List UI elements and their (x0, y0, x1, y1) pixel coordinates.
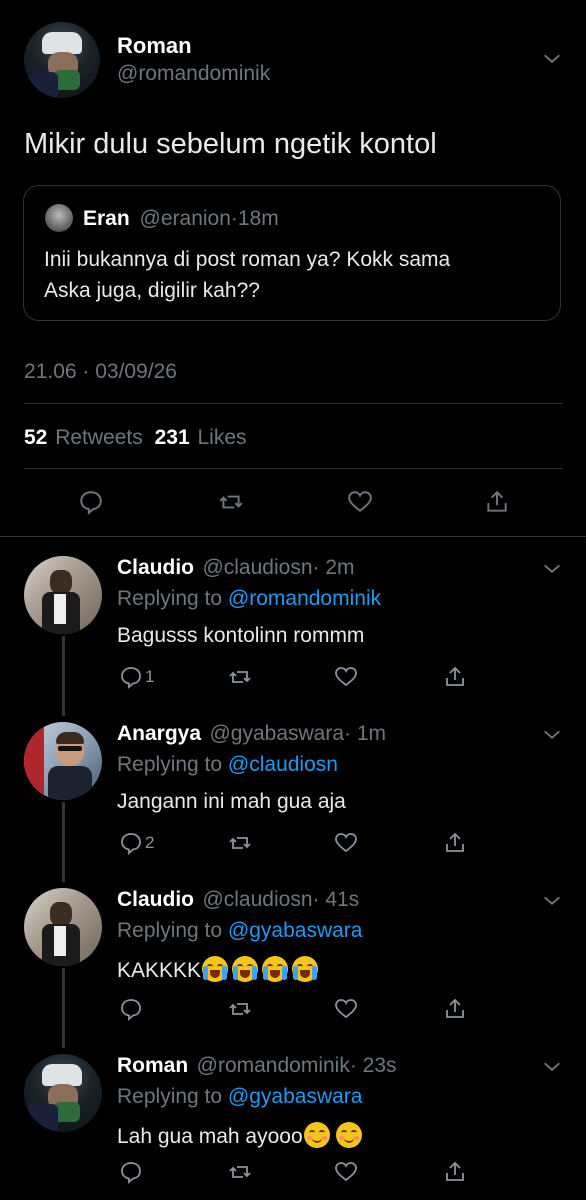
reply-time: · 2m (312, 556, 355, 579)
reply-more-chevron-down-icon[interactable] (541, 1056, 563, 1078)
main-author-handle[interactable]: @romandominik (117, 62, 270, 86)
quote-text-line-1: Inii bukannya di post roman ya? Kokk sam… (44, 248, 451, 271)
reply-author-name[interactable]: Anargya (117, 722, 201, 745)
reply-time: · 41s (312, 888, 360, 911)
share-icon[interactable] (443, 663, 467, 691)
engagement-stats: 52 Retweets 231 Likes (24, 426, 247, 450)
reply-more-chevron-down-icon[interactable] (541, 890, 563, 912)
thread-line (62, 802, 65, 882)
quote-separator: · (230, 207, 238, 230)
like-icon[interactable] (334, 995, 358, 1023)
reply-time: · 1m (344, 722, 387, 745)
loudly-crying-face-emoji (292, 956, 319, 982)
reply-author-name[interactable]: Claudio (117, 556, 194, 579)
main-reply-icon[interactable] (73, 484, 109, 520)
reply-author-handle[interactable]: @gyabaswara (209, 722, 344, 745)
reply-more-chevron-down-icon[interactable] (541, 724, 563, 746)
main-share-icon[interactable] (479, 484, 515, 520)
reply-time: · 23s (349, 1054, 397, 1077)
quote-time: 18m (237, 207, 279, 230)
loudly-crying-face-emoji (262, 956, 289, 982)
reply-reply-button[interactable]: 2 (119, 829, 154, 857)
share-icon[interactable] (443, 829, 467, 857)
quote-author-handle: @eranion (139, 207, 231, 230)
relieved-face-emoji (303, 1122, 330, 1148)
reply-icon (121, 833, 141, 855)
reply-avatar[interactable] (24, 722, 102, 800)
quote-author-avatar (45, 204, 73, 232)
replying-to-label: Replying to (117, 753, 223, 776)
main-retweet-icon[interactable] (213, 484, 249, 520)
replying-to-handle[interactable]: @romandominik (228, 587, 381, 610)
reply-text: Bagusss kontolinn rommm (117, 624, 365, 647)
reply-author-handle[interactable]: @romandominik (197, 1054, 350, 1077)
reply-author-name[interactable]: Roman (117, 1054, 188, 1077)
reply-reply-button[interactable]: 1 (119, 663, 154, 691)
reply-icon[interactable] (119, 995, 143, 1023)
like-icon[interactable] (334, 829, 358, 857)
quote-tweet-card[interactable]: Eran @eranion·18m Inii bukannya di post … (23, 185, 561, 321)
divider (24, 468, 562, 469)
reply-icon (121, 667, 141, 689)
retweet-icon[interactable] (228, 829, 252, 857)
main-tweet-text: Mikir dulu sebelum ngetik kontol (24, 128, 437, 160)
retweet-icon[interactable] (228, 995, 252, 1023)
divider (0, 536, 586, 537)
reply-avatar[interactable] (24, 1054, 102, 1132)
replying-to-label: Replying to (117, 919, 223, 942)
loudly-crying-face-emoji (232, 956, 259, 982)
main-author-avatar[interactable] (24, 22, 100, 98)
reply-author-name[interactable]: Claudio (117, 888, 194, 911)
relieved-face-emoji (335, 1122, 362, 1148)
reply-count: 1 (145, 667, 155, 686)
replying-to-label: Replying to (117, 587, 223, 610)
reply-text: KAKKKK (117, 959, 202, 982)
replying-to-label: Replying to (117, 1085, 223, 1108)
main-author-name[interactable]: Roman (117, 33, 192, 59)
share-icon[interactable] (443, 1158, 467, 1186)
replying-to-handle[interactable]: @gyabaswara (228, 1085, 363, 1108)
quote-text-line-2: Aska juga, digilir kah?? (44, 279, 260, 302)
thread-line (62, 968, 65, 1048)
reply-author-handle[interactable]: @claudiosn (202, 888, 312, 911)
retweets-count[interactable]: 52 (24, 426, 47, 449)
reply-text: Jangann ini mah gua aja (117, 790, 346, 813)
likes-count[interactable]: 231 (155, 426, 190, 449)
likes-label[interactable]: Likes (197, 426, 246, 449)
reply-text: Lah gua mah ayooo (117, 1125, 303, 1148)
quote-author-name: Eran (83, 207, 130, 230)
reply-author-handle[interactable]: @claudiosn (202, 556, 312, 579)
share-icon[interactable] (443, 995, 467, 1023)
loudly-crying-face-emoji (202, 956, 229, 982)
main-tweet-timestamp: 21.06 · 03/09/26 (24, 360, 177, 383)
reply-avatar[interactable] (24, 556, 102, 634)
reply-more-chevron-down-icon[interactable] (541, 558, 563, 580)
reply-icon[interactable] (119, 1158, 143, 1186)
thread-line (62, 636, 65, 716)
retweets-label[interactable]: Retweets (55, 426, 143, 449)
replying-to-handle[interactable]: @gyabaswara (228, 919, 363, 942)
like-icon[interactable] (334, 663, 358, 691)
replying-to-handle[interactable]: @claudiosn (228, 753, 338, 776)
main-like-icon[interactable] (342, 484, 378, 520)
divider (24, 403, 562, 404)
like-icon[interactable] (334, 1158, 358, 1186)
main-more-chevron-down-icon[interactable] (541, 48, 563, 70)
retweet-icon[interactable] (228, 663, 252, 691)
reply-avatar[interactable] (24, 888, 102, 966)
reply-count: 2 (145, 833, 155, 852)
retweet-icon[interactable] (228, 1158, 252, 1186)
